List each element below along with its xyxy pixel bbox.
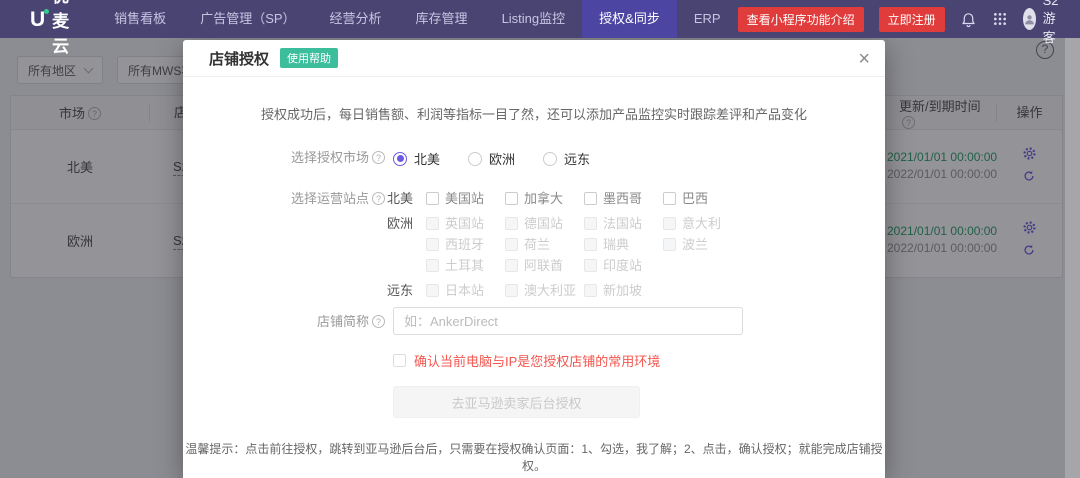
checkbox-icon bbox=[505, 284, 518, 297]
checkbox-icon bbox=[505, 217, 518, 230]
modal-title: 店铺授权 bbox=[209, 48, 269, 69]
checkbox-site-us[interactable]: 美国站 bbox=[426, 190, 505, 207]
site-group-europe: 欧洲 英国站 德国站 法国站 意大利 西班牙 荷兰 瑞典 波兰 bbox=[387, 215, 742, 274]
checkbox-site-mexico[interactable]: 墨西哥 bbox=[584, 190, 663, 207]
checkbox-icon bbox=[426, 217, 439, 230]
checkbox-site-singapore: 新加坡 bbox=[584, 282, 663, 299]
modal-header: 店铺授权 使用帮助 bbox=[183, 40, 885, 77]
checkbox-site-india: 印度站 bbox=[584, 257, 663, 274]
checkbox-site-uk: 英国站 bbox=[426, 215, 505, 232]
confirm-env-row: 确认当前电脑与IP是您授权店铺的常用环境 bbox=[183, 351, 885, 370]
radio-market-europe[interactable]: 欧洲 bbox=[468, 149, 515, 168]
user-avatar-icon bbox=[1023, 8, 1036, 30]
go-amazon-authorize-button[interactable]: 去亚马逊卖家后台授权 bbox=[393, 386, 640, 418]
help-icon[interactable]: ? bbox=[372, 192, 385, 205]
modal-description: 授权成功后，每日销售额、利润等指标一目了然，还可以添加产品监控实时跟踪差评和产品… bbox=[183, 104, 885, 123]
checkbox-site-netherlands: 荷兰 bbox=[505, 236, 584, 253]
region-label: 北美 bbox=[387, 190, 413, 207]
shop-name-label: 店铺简称? bbox=[183, 313, 385, 330]
notification-bell-icon[interactable] bbox=[960, 11, 977, 28]
checkbox-icon bbox=[426, 238, 439, 251]
radio-icon bbox=[468, 152, 482, 166]
checkbox-icon bbox=[584, 284, 597, 297]
checkbox-icon bbox=[663, 217, 676, 230]
checkbox-icon bbox=[393, 354, 406, 367]
checkbox-icon bbox=[426, 192, 439, 205]
register-now-button[interactable]: 立即注册 bbox=[879, 7, 945, 32]
apps-grid-icon[interactable] bbox=[992, 11, 1008, 27]
user-menu[interactable]: S2游客 bbox=[1023, 0, 1068, 46]
sites-select-label: 选择运营站点? bbox=[183, 190, 385, 207]
radio-selected-icon bbox=[393, 152, 407, 166]
help-icon[interactable]: ? bbox=[372, 151, 385, 164]
top-navbar: U 优麦云 销售看板 广告管理（SP） 经营分析 库存管理 Listing监控 … bbox=[0, 0, 1080, 38]
checkbox-icon bbox=[663, 192, 676, 205]
market-select-label: 选择授权市场? bbox=[183, 149, 385, 166]
checkbox-icon bbox=[663, 238, 676, 251]
checkbox-site-canada[interactable]: 加拿大 bbox=[505, 190, 584, 207]
checkbox-icon bbox=[505, 259, 518, 272]
checkbox-site-brazil[interactable]: 巴西 bbox=[663, 190, 742, 207]
shop-name-input[interactable] bbox=[393, 307, 743, 335]
checkbox-icon bbox=[505, 238, 518, 251]
checkbox-icon bbox=[584, 217, 597, 230]
radio-market-far-east[interactable]: 远东 bbox=[543, 149, 590, 168]
radio-market-north-america[interactable]: 北美 bbox=[393, 149, 440, 168]
site-group-far-east: 远东 日本站 澳大利亚 新加坡 bbox=[387, 282, 742, 299]
user-name: S2游客 bbox=[1043, 0, 1068, 46]
checkbox-site-australia: 澳大利亚 bbox=[505, 282, 584, 299]
radio-icon bbox=[543, 152, 557, 166]
shop-name-row: 店铺简称? bbox=[183, 307, 885, 335]
region-label: 欧洲 bbox=[387, 215, 413, 274]
navbar-right: 查看小程序功能介绍 立即注册 S2游客 bbox=[738, 0, 1068, 46]
confirm-environment-checkbox[interactable]: 确认当前电脑与IP是您授权店铺的常用环境 bbox=[393, 351, 660, 370]
checkbox-icon bbox=[584, 192, 597, 205]
nav-item-sales-board[interactable]: 销售看板 bbox=[97, 0, 183, 38]
checkbox-site-japan: 日本站 bbox=[426, 282, 505, 299]
sites-select-row: 选择运营站点? 北美 美国站 加拿大 墨西哥 巴西 欧洲 英国站 bbox=[183, 190, 885, 299]
main-menu: 销售看板 广告管理（SP） 经营分析 库存管理 Listing监控 授权&同步 … bbox=[97, 0, 737, 38]
checkbox-site-italy: 意大利 bbox=[663, 215, 742, 232]
checkbox-site-sweden: 瑞典 bbox=[584, 236, 663, 253]
miniprogram-intro-button[interactable]: 查看小程序功能介绍 bbox=[738, 7, 864, 32]
checkbox-site-uae: 阿联酋 bbox=[505, 257, 584, 274]
nav-item-erp[interactable]: ERP bbox=[677, 0, 738, 38]
checkbox-site-turkey: 土耳其 bbox=[426, 257, 505, 274]
nav-item-listing-monitor[interactable]: Listing监控 bbox=[485, 0, 583, 38]
confirm-environment-text: 确认当前电脑与IP是您授权店铺的常用环境 bbox=[414, 351, 660, 370]
checkbox-site-france: 法国站 bbox=[584, 215, 663, 232]
nav-item-authorization-sync[interactable]: 授权&同步 bbox=[582, 0, 677, 38]
checkbox-icon bbox=[505, 192, 518, 205]
app-name: 优麦云 bbox=[52, 0, 71, 57]
modal-tip-text: 温馨提示：点击前往授权，跳转到亚马逊后台后，只需要在授权确认页面：1、勾选，我了… bbox=[183, 440, 885, 474]
logo-u-icon: U bbox=[30, 9, 45, 30]
shop-authorization-modal: 店铺授权 使用帮助 × 授权成功后，每日销售额、利润等指标一目了然，还可以添加产… bbox=[183, 40, 885, 478]
app-logo[interactable]: U 优麦云 bbox=[30, 0, 71, 57]
checkbox-icon bbox=[426, 284, 439, 297]
checkbox-icon bbox=[584, 259, 597, 272]
nav-item-ad-management[interactable]: 广告管理（SP） bbox=[183, 0, 312, 38]
help-icon[interactable]: ? bbox=[372, 315, 385, 328]
checkbox-site-spain: 西班牙 bbox=[426, 236, 505, 253]
page-scrollbar[interactable] bbox=[1065, 38, 1080, 478]
close-icon[interactable]: × bbox=[858, 49, 870, 69]
market-select-row: 选择授权市场? 北美 欧洲 远东 bbox=[183, 149, 885, 168]
region-label: 远东 bbox=[387, 282, 413, 299]
nav-item-inventory[interactable]: 库存管理 bbox=[399, 0, 485, 38]
usage-help-badge[interactable]: 使用帮助 bbox=[280, 48, 338, 68]
checkbox-icon bbox=[426, 259, 439, 272]
checkbox-icon bbox=[584, 238, 597, 251]
site-group-north-america: 北美 美国站 加拿大 墨西哥 巴西 bbox=[387, 190, 742, 207]
checkbox-site-germany: 德国站 bbox=[505, 215, 584, 232]
checkbox-site-poland: 波兰 bbox=[663, 236, 742, 253]
submit-row: 去亚马逊卖家后台授权 bbox=[183, 386, 885, 418]
nav-item-business-analysis[interactable]: 经营分析 bbox=[313, 0, 399, 38]
